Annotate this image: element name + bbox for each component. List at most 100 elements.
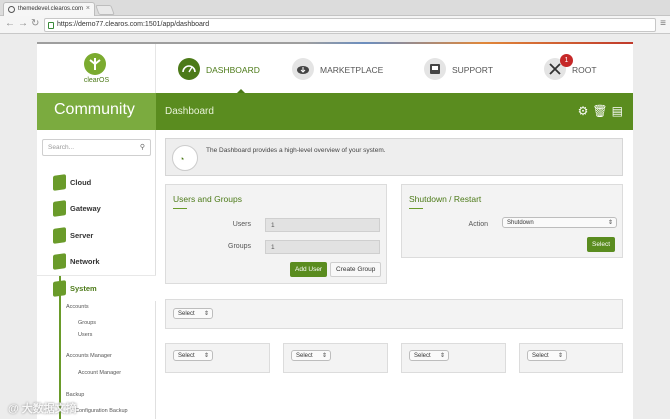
new-tab-button[interactable] — [95, 5, 115, 15]
watermark-text: 大数据文摘 — [21, 403, 77, 415]
search-input[interactable]: Search... ⚲ — [42, 139, 151, 156]
edition-title: Community — [37, 93, 156, 130]
sidebar-item-network[interactable]: Network — [37, 249, 156, 275]
users-label: Users — [232, 221, 251, 228]
watermark-logo: @ 大数据文摘 — [8, 403, 77, 415]
widget-select[interactable]: Select ⇕ — [173, 350, 213, 361]
shutdown-restart-panel: Shutdown / Restart Action Shutdown ⇕ Sel… — [401, 184, 623, 258]
submenu-heading-accounts: Accounts — [66, 304, 89, 310]
select-arrows-icon: ⇕ — [321, 353, 327, 359]
dashboard-gauge-icon — [178, 58, 200, 80]
browser-tab-title: themedevel.clearos.com — [18, 6, 84, 12]
forward-icon[interactable]: → — [18, 18, 28, 29]
cloud-download-icon — [292, 58, 314, 80]
trash-icon[interactable]: 🗑 — [592, 104, 611, 118]
submenu-item-configuration-backup[interactable]: Configuration Backup — [75, 408, 128, 414]
search-icon[interactable]: ⚲ — [140, 143, 145, 151]
gear-icon[interactable]: ⚙ — [578, 104, 593, 118]
select-arrows-icon: ⇕ — [607, 220, 613, 226]
select-arrows-icon: ⇕ — [439, 353, 445, 359]
browser-tab[interactable]: themedevel.clearos.com × — [3, 2, 95, 16]
system-submenu-line — [59, 276, 61, 419]
browser-menu-icon[interactable]: ≡ — [660, 18, 666, 29]
dashboard-widget-1: Select ⇕ — [165, 343, 270, 373]
reload-icon[interactable]: ↻ — [31, 18, 39, 29]
clearos-logo-icon — [84, 53, 106, 75]
dashboard-widget-3: Select ⇕ — [401, 343, 506, 373]
sidebar-item-server[interactable]: Server — [37, 223, 156, 249]
submenu-item-account-manager[interactable]: Account Manager — [78, 370, 121, 376]
nav-dashboard-label: DASHBOARD — [206, 65, 260, 75]
groups-count-field: 1 — [265, 240, 380, 254]
widget-select[interactable]: Select ⇕ — [527, 350, 567, 361]
sidebar-item-label: Gateway — [70, 204, 101, 213]
nav-root-label: ROOT — [572, 65, 597, 75]
title-underline — [409, 208, 423, 209]
shutdown-restart-title: Shutdown / Restart — [409, 194, 482, 204]
dashboard-widget-wide: Select ⇕ — [165, 299, 623, 329]
back-icon[interactable]: ← — [5, 18, 15, 29]
page-title: Dashboard — [165, 106, 214, 117]
cube-icon — [53, 174, 66, 191]
logo-text: clearOS — [83, 77, 110, 84]
sidebar: Search... ⚲ Cloud Gateway Server Network… — [37, 130, 156, 419]
nav-marketplace-label: MARKETPLACE — [320, 65, 384, 75]
widget-select[interactable]: Select ⇕ — [409, 350, 449, 361]
action-label: Action — [468, 221, 488, 228]
groups-label: Groups — [228, 243, 251, 250]
browser-tab-strip: themedevel.clearos.com × — [0, 0, 670, 16]
dashboard-gauge-icon: ◔ — [172, 145, 198, 171]
submenu-item-users[interactable]: Users — [78, 332, 92, 338]
dashboard-widget-2: Select ⇕ — [283, 343, 388, 373]
header-actions: ⚙🗑▤ — [578, 104, 627, 118]
header-bar: Community Dashboard ⚙🗑▤ — [37, 93, 633, 130]
widget-select-label: Select — [532, 353, 549, 359]
title-underline — [173, 208, 187, 209]
search-placeholder: Search... — [48, 144, 75, 151]
sidebar-item-label: Cloud — [70, 178, 92, 187]
users-groups-title: Users and Groups — [173, 194, 242, 204]
widget-select-label: Select — [414, 353, 431, 359]
widget-select[interactable]: Select ⇕ — [291, 350, 331, 361]
top-navigation: DASHBOARD MARKETPLACE SUPPORT 1 ROOT — [156, 44, 633, 93]
select-arrows-icon: ⇕ — [203, 311, 209, 317]
submenu-heading-accounts-manager: Accounts Manager — [66, 353, 112, 359]
add-user-button[interactable]: Add User — [290, 262, 328, 277]
widget-select-label: Select — [178, 311, 195, 317]
submenu-item-groups[interactable]: Groups — [78, 320, 96, 326]
sidebar-item-label: Server — [70, 231, 94, 240]
create-group-button[interactable]: Create Group — [330, 262, 382, 277]
nav-support-label: SUPPORT — [452, 65, 493, 75]
cube-icon — [53, 227, 66, 244]
dashboard-info-text: The Dashboard provides a high-level over… — [206, 147, 386, 154]
users-count-field: 1 — [265, 218, 380, 232]
select-arrows-icon: ⇕ — [557, 353, 563, 359]
book-icon[interactable]: ▤ — [612, 104, 627, 118]
inbox-icon — [424, 58, 446, 80]
widget-select-label: Select — [296, 353, 313, 359]
select-arrows-icon: ⇕ — [203, 353, 209, 359]
address-bar[interactable]: https://demo77.clearos.com:1501/app/dash… — [44, 18, 656, 32]
sidebar-item-cloud[interactable]: Cloud — [37, 170, 156, 196]
clearos-page: clearOS DASHBOARD MARKETPLACE SUPPORT 1 — [37, 42, 633, 419]
sidebar-item-label: Network — [70, 257, 100, 266]
cube-icon — [53, 200, 66, 217]
widget-select[interactable]: Select ⇕ — [173, 308, 213, 319]
lock-icon — [48, 22, 54, 29]
action-select[interactable]: Shutdown ⇕ — [502, 217, 617, 228]
dashboard-widget-4: Select ⇕ — [519, 343, 623, 373]
sidebar-item-label: System — [70, 284, 97, 293]
submenu-heading-backup: Backup — [66, 392, 85, 398]
dashboard-info-bar: ◔ The Dashboard provides a high-level ov… — [165, 138, 623, 176]
action-select-value: Shutdown — [507, 220, 534, 226]
close-tab-icon[interactable]: × — [86, 5, 90, 12]
address-bar-url: https://demo77.clearos.com:1501/app/dash… — [57, 21, 210, 28]
brand-area[interactable]: clearOS — [37, 44, 156, 93]
sidebar-item-system[interactable]: System — [37, 275, 156, 301]
widget-select-label: Select — [178, 353, 195, 359]
browser-nav-bar: ← → ↻ https://demo77.clearos.com:1501/ap… — [0, 16, 670, 34]
site-favicon-icon — [8, 6, 15, 13]
shutdown-select-button[interactable]: Select — [587, 237, 616, 252]
sidebar-item-gateway[interactable]: Gateway — [37, 196, 156, 222]
cube-icon — [53, 253, 66, 270]
